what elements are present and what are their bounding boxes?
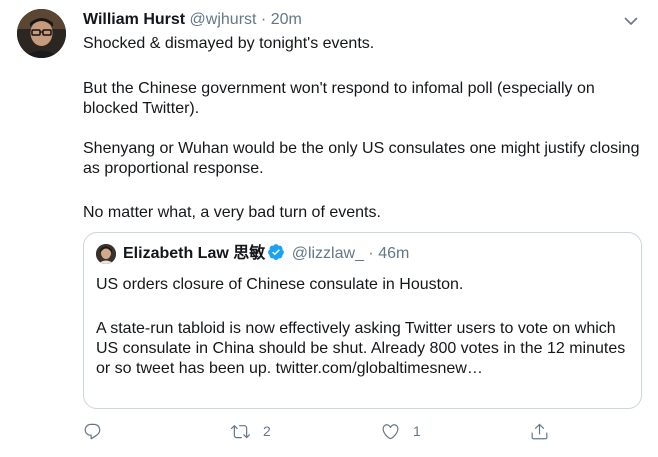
retweet-count: 2 bbox=[263, 423, 271, 439]
tweet-actions: 2 1 bbox=[83, 420, 553, 442]
tweet-paragraph: Shocked & dismayed by tonight's events. bbox=[83, 35, 375, 52]
quoted-tweet-header: Elizabeth Law 思敏 @lizzlaw_ · 46m bbox=[123, 243, 409, 265]
quoted-tweet[interactable]: Elizabeth Law 思敏 @lizzlaw_ · 46m US orde… bbox=[83, 232, 642, 409]
author-name[interactable]: William Hurst bbox=[83, 11, 185, 28]
quoted-author-avatar[interactable] bbox=[96, 244, 116, 264]
reply-icon bbox=[84, 423, 101, 439]
share-button[interactable] bbox=[530, 420, 549, 442]
quoted-tweet-paragraph: A state-run tabloid is now effectively a… bbox=[96, 320, 626, 377]
retweet-button[interactable]: 2 bbox=[231, 420, 271, 442]
quoted-tweet-timestamp[interactable]: 46m bbox=[378, 245, 409, 262]
tweet[interactable]: William Hurst @wjhurst · 20m Shocked & d… bbox=[0, 0, 658, 457]
tweet-header: William Hurst @wjhurst · 20m bbox=[83, 10, 302, 30]
tweet-timestamp[interactable]: 20m bbox=[271, 11, 302, 28]
tweet-paragraph: But the Chinese government won't respond… bbox=[83, 80, 595, 117]
quoted-tweet-paragraph: US orders closure of Chinese consulate i… bbox=[96, 276, 464, 293]
heart-icon bbox=[382, 423, 399, 439]
tweet-paragraph: Shenyang or Wuhan would be the only US c… bbox=[83, 140, 640, 177]
separator-dot: · bbox=[260, 11, 267, 28]
author-avatar[interactable] bbox=[17, 9, 66, 58]
verified-badge-icon bbox=[267, 243, 285, 261]
chevron-down-icon[interactable] bbox=[622, 12, 640, 30]
author-handle[interactable]: @wjhurst bbox=[190, 11, 257, 28]
separator-dot: · bbox=[368, 245, 374, 262]
retweet-icon bbox=[231, 424, 250, 438]
reply-button[interactable] bbox=[83, 420, 115, 442]
quoted-author-handle[interactable]: @lizzlaw_ bbox=[292, 245, 364, 262]
share-icon bbox=[531, 423, 548, 439]
quoted-author-name[interactable]: Elizabeth Law 思敏 bbox=[123, 245, 265, 262]
tweet-paragraph: No matter what, a very bad turn of event… bbox=[83, 204, 381, 221]
like-button[interactable]: 1 bbox=[381, 420, 421, 442]
like-count: 1 bbox=[413, 423, 421, 439]
